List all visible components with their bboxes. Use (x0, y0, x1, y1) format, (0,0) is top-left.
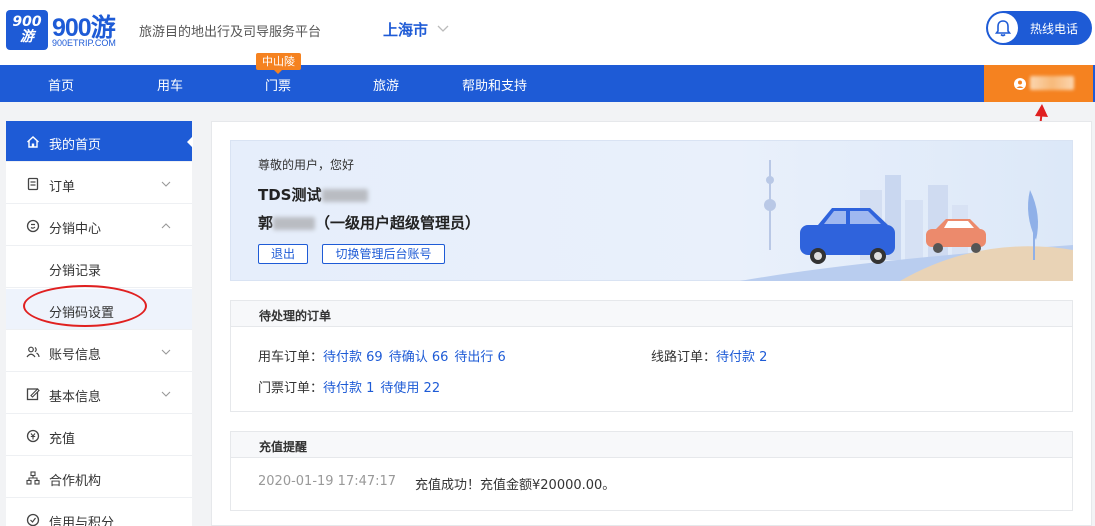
chevron-down-icon (161, 391, 171, 397)
sidebar-item-label: 我的首页 (49, 138, 102, 153)
sidebar-item-label: 分销记录 (49, 264, 102, 279)
bell-icon (988, 13, 1018, 43)
credit-icon (26, 513, 40, 526)
ticket-orders-row: 门票订单：待付款 1 待使用 22 (258, 377, 446, 396)
nav-ticket-badge[interactable]: 中山陵 (256, 53, 301, 74)
card-title: 充值提醒 (259, 440, 308, 454)
recharge-icon (26, 429, 40, 443)
recharge-timestamp: 2020-01-19 17:47:17 (258, 474, 397, 489)
user-surname: 郭 (258, 214, 274, 232)
top-header: 900游 900游 900ETRIP.COM 旅游目的地出行及司导服务平台 上海… (0, 0, 1095, 65)
user-role-label: （一级用户超级管理员） (315, 214, 481, 232)
sidebar-item-home[interactable]: 我的首页 (6, 121, 193, 162)
chevron-down-icon (161, 181, 171, 187)
logo-subtitle: 900ETRIP.COM (52, 38, 116, 48)
sidebar-item-account[interactable]: 账号信息 (6, 331, 192, 372)
nav-help[interactable]: 帮助和支持 (462, 75, 527, 94)
order-icon (27, 177, 39, 191)
home-icon (27, 136, 39, 148)
card-header: 待处理的订单 (231, 301, 1072, 327)
sidebar-item-credit[interactable]: 信用与积分 (6, 499, 192, 526)
route-orders-label: 线路订单： (651, 350, 717, 365)
city-scene-illustration (740, 160, 1073, 281)
redacted-text (321, 189, 368, 202)
sidebar-item-basic-info[interactable]: 基本信息 (6, 373, 192, 414)
switch-account-button[interactable]: 切换管理后台账号 (322, 244, 445, 264)
sidebar-item-label: 基本信息 (49, 390, 102, 405)
sidebar-item-label: 订单 (49, 180, 76, 195)
hotline-label: 热线电话 (1030, 22, 1079, 36)
redacted-text (273, 217, 316, 230)
site-logo[interactable]: 900游 900游 900ETRIP.COM (6, 10, 128, 52)
user-role: 郭 （一级用户超级管理员） (258, 212, 480, 233)
car-orders-label: 用车订单： (258, 350, 324, 365)
logo-badge: 900游 (6, 10, 48, 50)
sidebar-item-distribution[interactable]: 分销中心 (6, 205, 192, 246)
company-name: TDS测试 (258, 184, 368, 205)
sidebar-item-label: 充值 (49, 432, 76, 447)
ticket-orders-pending-use-link[interactable]: 待使用 22 (380, 381, 440, 396)
nav-car[interactable]: 用车 (157, 75, 183, 94)
distribution-icon (26, 219, 40, 233)
logout-button[interactable]: 退出 (258, 244, 308, 264)
sidebar-item-label: 分销中心 (49, 222, 102, 237)
car-orders-pending-travel-link[interactable]: 待出行 6 (454, 350, 505, 365)
sidebar-item-partners[interactable]: 合作机构 (6, 457, 192, 498)
card-title: 待处理的订单 (259, 309, 332, 323)
recharge-reminder-card: 充值提醒 (230, 431, 1073, 511)
chevron-down-icon[interactable] (437, 22, 449, 34)
sidebar-item-orders[interactable]: 订单 (6, 163, 192, 204)
chevron-up-icon (161, 223, 171, 229)
sidebar-item-label: 合作机构 (49, 474, 102, 489)
company-name-visible: TDS测试 (258, 186, 322, 204)
sidebar-item-distribution-records[interactable]: 分销记录 (6, 247, 192, 288)
car-orders-pending-confirm-link[interactable]: 待确认 66 (389, 350, 449, 365)
site-tagline: 旅游目的地出行及司导服务平台 (139, 25, 322, 40)
nav-tickets[interactable]: 门票 (265, 75, 291, 94)
route-orders-row: 线路订单：待付款 2 (651, 346, 773, 365)
recharge-message: 充值成功！充值金额¥20000.00。 (415, 478, 616, 493)
sidebar-item-label: 信用与积分 (49, 516, 115, 526)
org-icon (26, 471, 40, 485)
route-orders-pending-payment-link[interactable]: 待付款 2 (716, 350, 767, 365)
main-nav: 首页 用车 门票 旅游 帮助和支持 (0, 65, 1095, 102)
nav-travel[interactable]: 旅游 (373, 75, 399, 94)
users-icon (26, 346, 40, 358)
car-orders-pending-payment-link[interactable]: 待付款 69 (323, 350, 383, 365)
sidebar-item-label: 账号信息 (49, 348, 102, 363)
chevron-down-icon (161, 349, 171, 355)
edit-icon (26, 388, 40, 401)
sidebar-item-recharge[interactable]: 充值 (6, 415, 192, 456)
user-icon (1014, 78, 1026, 90)
city-selector[interactable]: 上海市 (383, 19, 428, 40)
hotline-button[interactable]: 热线电话 (986, 11, 1092, 45)
user-menu[interactable] (984, 65, 1093, 102)
nav-home[interactable]: 首页 (48, 75, 74, 94)
ticket-orders-pending-payment-link[interactable]: 待付款 1 (323, 381, 374, 396)
greeting-text: 尊敬的用户，您好 (258, 158, 355, 172)
ticket-orders-label: 门票订单： (258, 381, 324, 396)
annotation-circle (23, 285, 147, 327)
user-name-redacted (1030, 76, 1074, 90)
card-header: 充值提醒 (231, 432, 1072, 458)
car-orders-row: 用车订单：待付款 69 待确认 66 待出行 6 (258, 346, 512, 365)
